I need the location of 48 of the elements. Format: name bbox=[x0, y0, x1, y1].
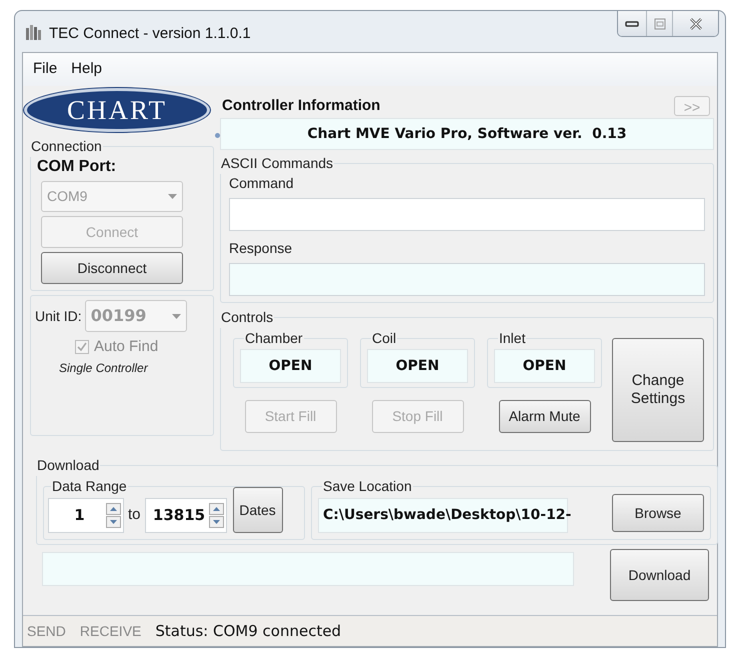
menu-item[interactable]: Help bbox=[65, 58, 108, 81]
button[interactable]: Download bbox=[610, 549, 709, 601]
group-label: Data Range bbox=[51, 477, 128, 496]
field-label: Response bbox=[229, 239, 294, 257]
checkmark-icon bbox=[77, 342, 87, 352]
unit-id-label: Unit ID: bbox=[35, 306, 82, 326]
app-icon bbox=[25, 22, 43, 40]
group-label: Inlet bbox=[498, 329, 526, 348]
maximize-icon bbox=[654, 18, 665, 29]
caret-icon bbox=[168, 194, 177, 199]
group-label: Coil bbox=[371, 329, 398, 348]
com-port-label: COM Port: bbox=[37, 157, 118, 177]
close-button[interactable] bbox=[672, 11, 718, 36]
button[interactable]: Dates bbox=[232, 487, 283, 533]
minimize-icon bbox=[625, 20, 639, 26]
valve-state-field: OPEN bbox=[240, 349, 341, 383]
spin-arrows-icon bbox=[208, 502, 224, 528]
spin-arrows-icon bbox=[106, 502, 121, 528]
group-label: Chamber bbox=[244, 329, 304, 348]
valve-state-field: OPEN bbox=[367, 349, 468, 383]
window-title: TEC Connect - version 1.1.0.1 bbox=[49, 24, 251, 44]
button[interactable]: Disconnect bbox=[41, 252, 183, 284]
save-path-field: C:\Users\bwade\Desktop\10-12- bbox=[318, 498, 568, 532]
button[interactable]: Browse bbox=[612, 494, 704, 532]
caption: Single Controller bbox=[59, 360, 150, 376]
button[interactable]: Change Settings bbox=[612, 338, 704, 442]
command-field[interactable] bbox=[229, 198, 705, 231]
status-text: Status: COM9 connected bbox=[155, 620, 342, 642]
group-label: Save Location bbox=[322, 477, 413, 496]
info-field: Chart MVE Vario Pro, Software ver. 0.13 bbox=[220, 118, 714, 150]
valve-state-field: OPEN bbox=[494, 349, 595, 383]
caret-icon bbox=[172, 314, 181, 318]
to-label: to bbox=[128, 504, 141, 525]
logo-text: CHART bbox=[67, 96, 167, 124]
status-indicator: SEND bbox=[27, 622, 66, 640]
close-icon bbox=[689, 17, 702, 30]
from-spinbox[interactable]: 1 bbox=[48, 498, 124, 532]
group-label: Controls bbox=[220, 308, 274, 327]
field-label: Command bbox=[229, 174, 295, 192]
group-label: ASCII Commands bbox=[220, 154, 334, 173]
menu-item[interactable]: File bbox=[27, 58, 64, 81]
button[interactable]: Alarm Mute bbox=[498, 400, 590, 433]
group-label: Connection bbox=[30, 137, 103, 156]
group-label: Download bbox=[36, 456, 100, 475]
status-indicator: RECEIVE bbox=[80, 622, 142, 640]
minimize-button[interactable] bbox=[618, 11, 646, 36]
section-heading: Controller Information bbox=[221, 96, 380, 116]
to-spinbox[interactable]: 13815 bbox=[144, 498, 227, 532]
